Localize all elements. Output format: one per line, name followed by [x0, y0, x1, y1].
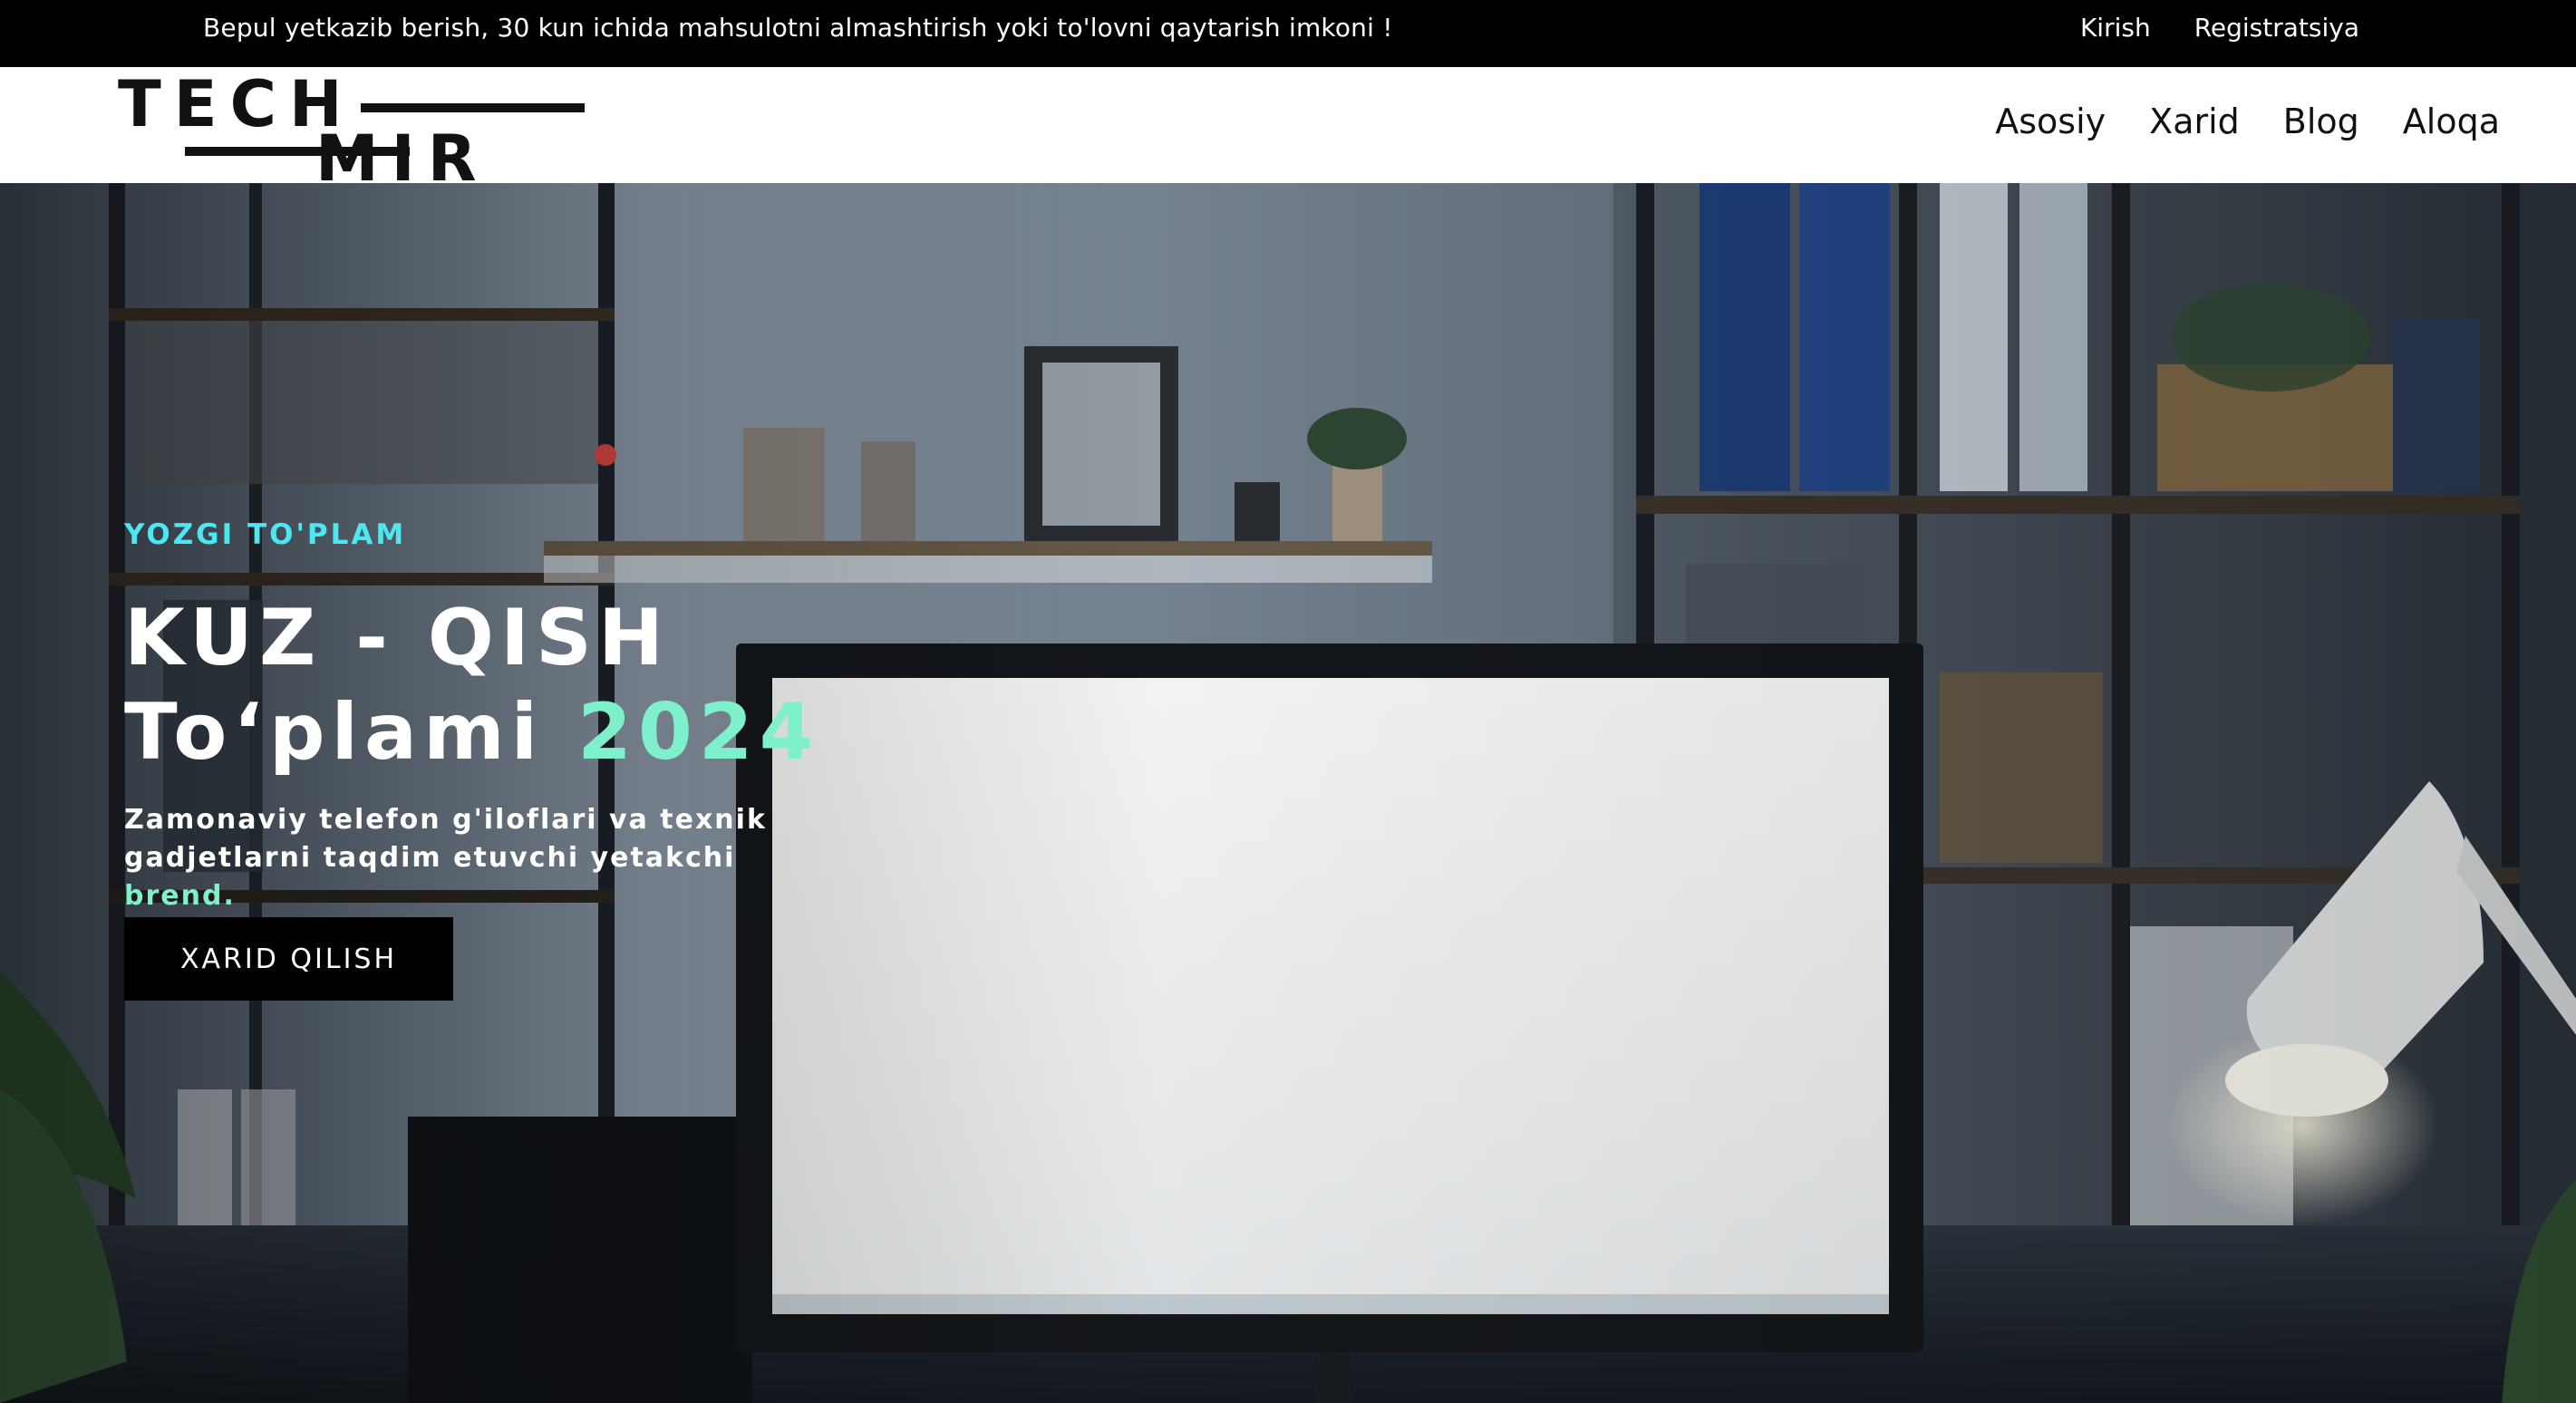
hero-subtitle-accent: brend. [124, 880, 236, 912]
logo-line-2: MIR [315, 121, 489, 196]
hero-title-line-1: KUZ - QISH [124, 593, 670, 683]
announcement-bar: Bepul yetkazib berish, 30 kun ichida mah… [0, 0, 2576, 67]
hero-subtitle: Zamonaviy telefon g'iloflari va texnik g… [124, 801, 813, 915]
nav-item-asosiy[interactable]: Asosiy [1995, 102, 2106, 141]
site-header: TECH MIR Asosiy Xarid Blog Aloqa [0, 67, 2576, 190]
logo-bar-top [361, 103, 585, 112]
login-link[interactable]: Kirish [2080, 13, 2151, 43]
hero-background-image [0, 183, 2576, 1403]
hero-banner: YOZGI TO'PLAM KUZ - QISH To‘plami 2024 Z… [0, 183, 2576, 1403]
hero-title-year: 2024 [577, 687, 820, 778]
nav-item-aloqa[interactable]: Aloqa [2403, 102, 2500, 141]
hero-subtitle-text: Zamonaviy telefon g'iloflari va texnik g… [124, 804, 767, 874]
shop-now-button[interactable]: XARID QILISH [124, 917, 453, 1001]
brand-logo[interactable]: TECH MIR [118, 67, 585, 190]
hero-title: KUZ - QISH To‘plami 2024 [124, 591, 819, 779]
nav-item-blog[interactable]: Blog [2283, 102, 2359, 141]
hero-eyebrow: YOZGI TO'PLAM [124, 518, 407, 551]
promo-text: Bepul yetkazib berish, 30 kun ichida mah… [203, 13, 1393, 43]
hero-title-line-2: To‘plami [124, 687, 578, 778]
auth-links: Kirish Registratsiya [2080, 13, 2359, 43]
register-link[interactable]: Registratsiya [2194, 13, 2359, 43]
nav-item-xarid[interactable]: Xarid [2149, 102, 2240, 141]
main-nav: Asosiy Xarid Blog Aloqa [1995, 102, 2500, 141]
